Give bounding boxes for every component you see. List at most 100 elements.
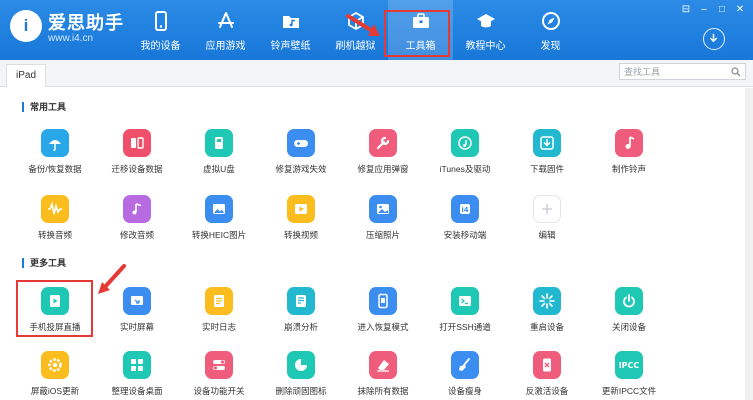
grid-icon <box>123 351 151 379</box>
video-icon <box>287 195 315 223</box>
tool-label: 压缩照片 <box>365 230 400 240</box>
tool-label: 抹除所有数据 <box>357 386 409 396</box>
toggle-icon <box>205 351 233 379</box>
realtime-screen-icon <box>123 287 151 315</box>
ipcc-icon: IPCC <box>615 351 643 379</box>
screen-cast-icon <box>41 287 69 315</box>
nav-ringtones-wallpapers[interactable]: 铃声壁纸 <box>258 0 323 60</box>
nav-discover[interactable]: 发现 <box>518 0 583 60</box>
nav-toolbox[interactable]: 工具箱 <box>388 0 453 60</box>
tool-pie[interactable]: 删除顽固图标 <box>260 348 342 400</box>
tool-label: 关闭设备 <box>611 322 646 332</box>
brand-name: 爱思助手 <box>48 13 124 33</box>
maximize-button[interactable]: □ <box>715 4 729 16</box>
main-nav: 我的设备 应用游戏 铃声壁纸 刷机越狱 工具箱 教程中心 发现 <box>128 0 583 60</box>
tool-label: 反激活设备 <box>525 386 569 396</box>
tool-log[interactable]: 实时日志 <box>178 284 260 338</box>
tool-bell-music[interactable]: 制作铃声 <box>588 126 670 180</box>
nav-label: 刷机越狱 <box>335 41 376 52</box>
tool-terminal[interactable]: 打开SSH通道 <box>424 284 506 338</box>
crash-report-icon <box>287 287 315 315</box>
tool-label: 转换HEIC图片 <box>191 230 247 240</box>
tool-label: 设备功能开关 <box>193 386 245 396</box>
tool-label: 安装移动端 <box>443 230 487 240</box>
nav-label: 发现 <box>540 41 561 52</box>
tool-phone-x[interactable]: 反激活设备 <box>506 348 588 400</box>
download-manager-button[interactable] <box>703 28 725 50</box>
tool-label: 修复游戏失效 <box>275 164 327 174</box>
phone-x-icon <box>533 351 561 379</box>
tool-i4-app[interactable]: i4 安装移动端 <box>424 192 506 246</box>
nav-apps-games[interactable]: 应用游戏 <box>193 0 258 60</box>
tool-label: 转换音频 <box>37 230 72 240</box>
umbrella-icon <box>41 129 69 157</box>
tool-music-edit[interactable]: 修改音频 <box>96 192 178 246</box>
tool-photo[interactable]: 压缩照片 <box>342 192 424 246</box>
photo-icon <box>369 195 397 223</box>
tool-umbrella[interactable]: 备份/恢复数据 <box>14 126 96 180</box>
tool-label: 删除顽固图标 <box>275 386 327 396</box>
ipcc-badge-text: IPCC <box>618 360 640 370</box>
tool-realtime-screen[interactable]: 实时屏幕 <box>96 284 178 338</box>
search-icon[interactable] <box>731 67 741 77</box>
toolbox-content: 常用工具 备份/恢复数据 迁移设备数据 虚拟U盘 修复游戏失效 修复应用弹窗 iTunes… <box>0 88 753 400</box>
nav-label: 教程中心 <box>465 41 506 52</box>
tool-search-input[interactable] <box>624 64 724 79</box>
tool-ipcc[interactable]: IPCC 更新IPCC文件 <box>588 348 670 400</box>
tool-label: 虚拟U盘 <box>203 164 235 174</box>
image-convert-icon <box>205 195 233 223</box>
nav-my-device[interactable]: 我的设备 <box>128 0 193 60</box>
tool-crash-report[interactable]: 崩溃分析 <box>260 284 342 338</box>
tool-recovery-mode[interactable]: 进入恢复模式 <box>342 284 424 338</box>
nav-flash-jailbreak[interactable]: 刷机越狱 <box>323 0 388 60</box>
tool-power[interactable]: 关闭设备 <box>588 284 670 338</box>
tab-ipad[interactable]: iPad <box>6 64 46 87</box>
svg-text:i4: i4 <box>461 206 468 214</box>
minimize-button[interactable]: – <box>697 4 711 16</box>
tool-toggle[interactable]: 设备功能开关 <box>178 348 260 400</box>
tool-video[interactable]: 转换视频 <box>260 192 342 246</box>
tool-gear-shield[interactable]: 屏蔽iOS更新 <box>14 348 96 400</box>
tool-label: 重启设备 <box>529 322 564 332</box>
close-button[interactable]: ✕ <box>733 4 747 16</box>
skin-button[interactable]: ⊟ <box>679 4 693 16</box>
tool-label: 迁移设备数据 <box>111 164 163 174</box>
tool-label: 实时日志 <box>201 322 236 332</box>
usb-drive-icon <box>205 129 233 157</box>
tool-waveform[interactable]: 转换音频 <box>14 192 96 246</box>
sparkle-icon <box>533 287 561 315</box>
tool-search-box <box>619 63 746 80</box>
wrench-icon <box>369 129 397 157</box>
tool-sparkle[interactable]: 重启设备 <box>506 284 588 338</box>
vertical-scrollbar[interactable] <box>745 88 753 400</box>
nav-tutorials[interactable]: 教程中心 <box>453 0 518 60</box>
tool-grid[interactable]: 整理设备桌面 <box>96 348 178 400</box>
tool-transfer[interactable]: 迁移设备数据 <box>96 126 178 180</box>
tool-screen-cast[interactable]: 手机投屏直播 <box>14 284 96 338</box>
recovery-mode-icon <box>369 287 397 315</box>
app-store-icon <box>218 12 234 28</box>
arrow-down-icon <box>709 33 718 43</box>
tool-usb-drive[interactable]: 虚拟U盘 <box>178 126 260 180</box>
tool-gamepad[interactable]: 修复游戏失效 <box>260 126 342 180</box>
tool-eraser[interactable]: 抹除所有数据 <box>342 348 424 400</box>
i4-app-icon: i4 <box>451 195 479 223</box>
tool-music-note[interactable]: iTunes及驱动 <box>424 126 506 180</box>
tool-label: 崩溃分析 <box>283 322 318 332</box>
tool-wrench[interactable]: 修复应用弹窗 <box>342 126 424 180</box>
tool-label: 打开SSH通道 <box>439 322 491 332</box>
tool-image-convert[interactable]: 转换HEIC图片 <box>178 192 260 246</box>
tool-broom[interactable]: 设备瘦身 <box>424 348 506 400</box>
tool-label: 转换视频 <box>283 230 318 240</box>
transfer-icon <box>123 129 151 157</box>
tool-label: 整理设备桌面 <box>111 386 163 396</box>
tool-label: 屏蔽iOS更新 <box>30 386 80 396</box>
download-box-icon <box>533 129 561 157</box>
window-controls: ⊟ – □ ✕ <box>679 4 747 16</box>
tool-plus[interactable]: 编辑 <box>506 192 588 246</box>
nav-label: 我的设备 <box>140 41 181 52</box>
music-edit-icon <box>123 195 151 223</box>
section-title-more-tools: 更多工具 <box>22 258 66 268</box>
tool-download-box[interactable]: 下载固件 <box>506 126 588 180</box>
gear-shield-icon <box>41 351 69 379</box>
